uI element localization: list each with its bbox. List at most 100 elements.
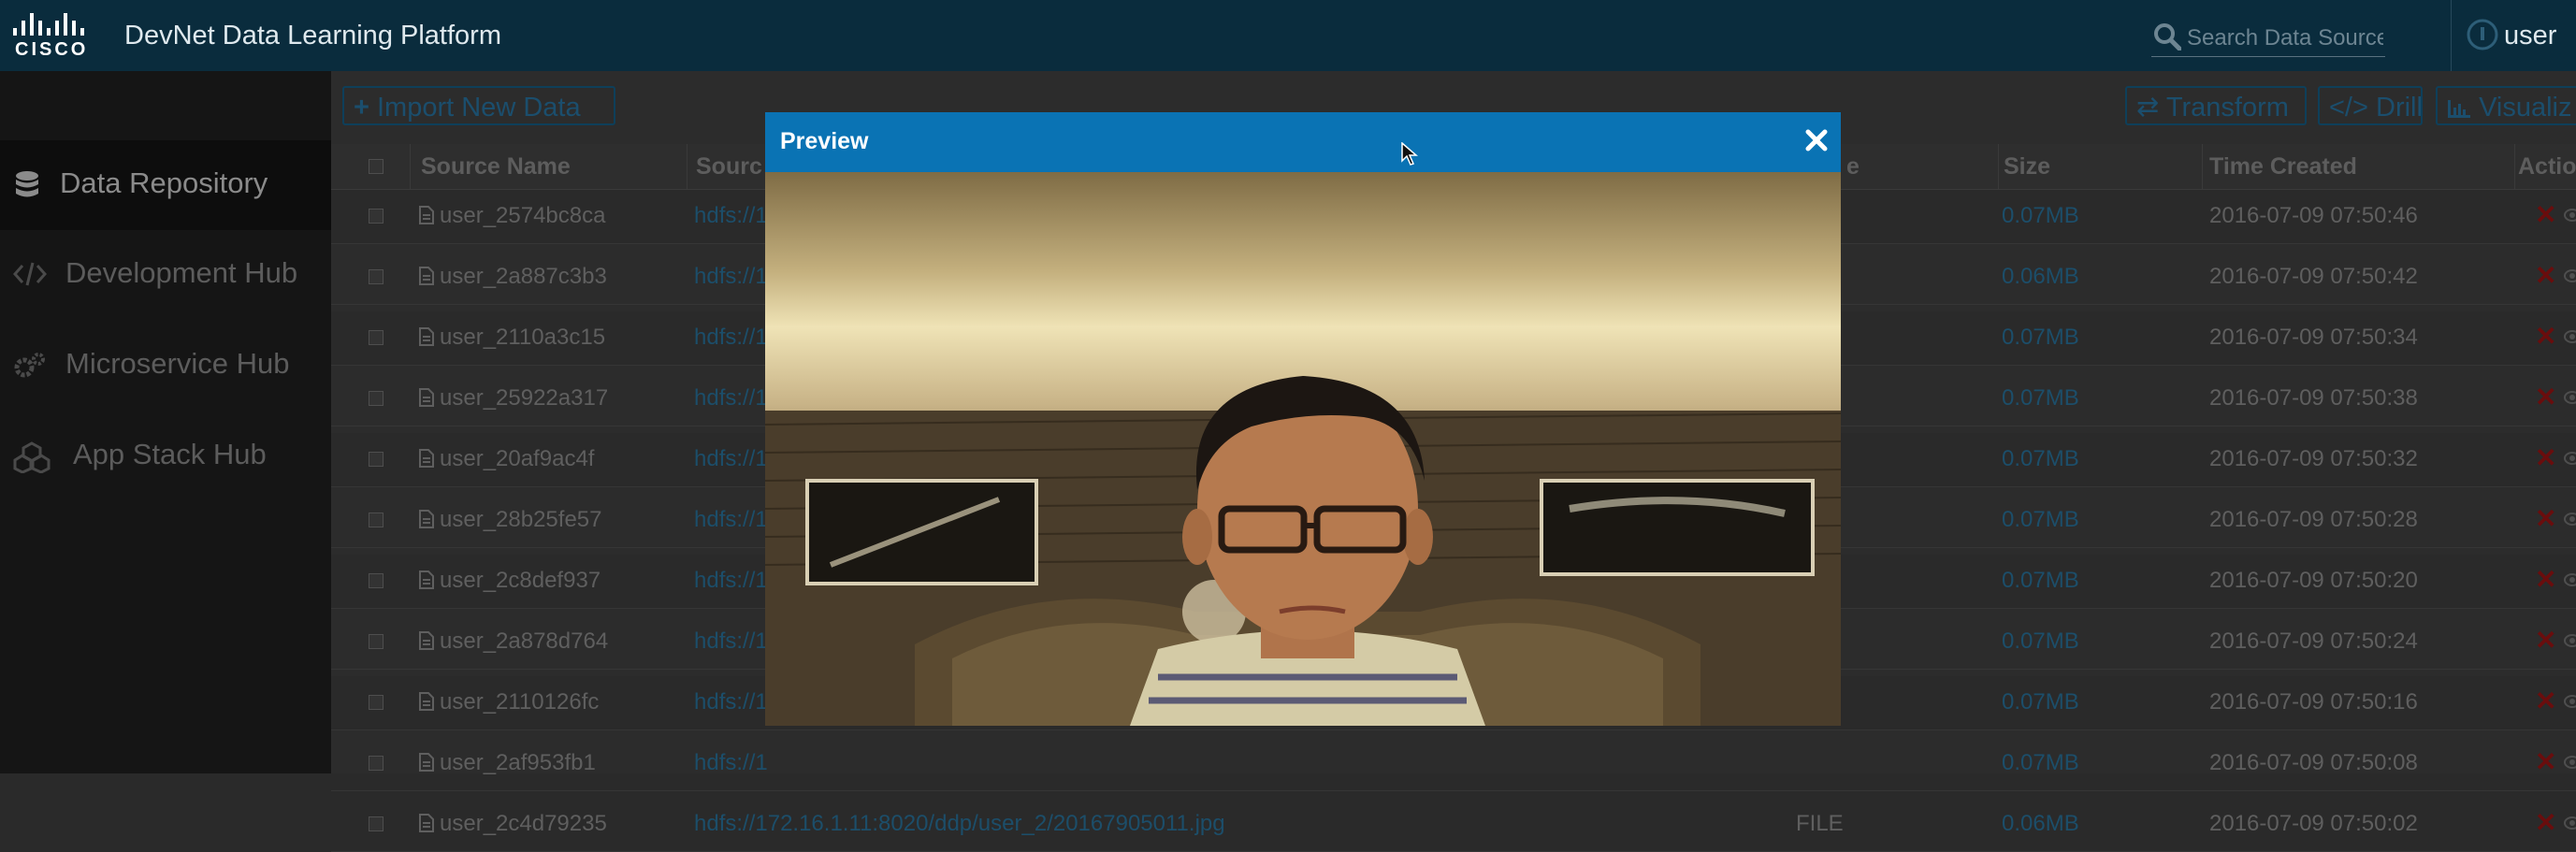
view-icon[interactable]	[2563, 754, 2576, 771]
row-source-name: user_28b25fe57	[440, 507, 602, 532]
import-new-data-button[interactable]: + Import New Data	[342, 86, 615, 125]
gears-icon	[14, 353, 45, 378]
view-icon[interactable]	[2563, 571, 2576, 588]
sidebar-item-label: Microservice Hub	[65, 347, 290, 380]
delete-icon[interactable]: ✕	[2535, 564, 2556, 595]
sidebar-item-data-repository[interactable]: Data Repository	[0, 140, 331, 230]
row-checkbox[interactable]	[369, 695, 384, 710]
view-icon[interactable]	[2563, 511, 2576, 527]
app-title[interactable]: DevNet Data Learning Platform	[124, 21, 501, 51]
delete-icon[interactable]: ✕	[2535, 382, 2556, 412]
row-time-created: 2016-07-09 07:50:46	[2209, 203, 2418, 228]
row-checkbox[interactable]	[369, 573, 384, 588]
search-input[interactable]	[2185, 24, 2385, 52]
modal-title: Preview	[780, 128, 869, 154]
row-source-link[interactable]: hdfs://172.16.1.11:8020/ddp/user_2/20167…	[694, 811, 1225, 837]
delete-icon[interactable]: ✕	[2535, 503, 2556, 534]
search-icon[interactable]	[2153, 22, 2181, 51]
user-menu[interactable]: user	[2451, 0, 2576, 71]
row-source-name: user_2c8def937	[440, 568, 601, 593]
row-time-created: 2016-07-09 07:50:24	[2209, 628, 2418, 654]
col-source-name[interactable]: Source Name	[421, 153, 571, 181]
row-checkbox[interactable]	[369, 269, 384, 284]
transform-button[interactable]: ⇄ Transform	[2125, 86, 2307, 125]
sidebar-item-app-stack-hub[interactable]: App Stack Hub	[0, 412, 331, 501]
col-type[interactable]: e	[1846, 153, 1860, 181]
view-icon[interactable]	[2563, 328, 2576, 345]
row-checkbox[interactable]	[369, 330, 384, 345]
sidebar-item-development-hub[interactable]: Development Hub	[0, 230, 331, 320]
transform-label: Transform	[2165, 93, 2289, 123]
drill-button[interactable]: </> Drill	[2318, 86, 2423, 125]
import-label: Import New Data	[377, 93, 581, 123]
row-time-created: 2016-07-09 07:50:34	[2209, 325, 2418, 350]
logo-text: CISCO	[15, 39, 89, 60]
top-navbar: CISCO DevNet Data Learning Platform user	[0, 0, 2576, 71]
view-icon[interactable]	[2563, 693, 2576, 710]
row-source-name: user_25922a317	[440, 385, 609, 411]
row-checkbox[interactable]	[369, 634, 384, 649]
row-source-link[interactable]: hdfs://1	[694, 568, 768, 594]
delete-icon[interactable]: ✕	[2535, 260, 2556, 291]
bar-chart-icon	[2448, 100, 2470, 118]
row-source-link[interactable]: hdfs://1	[694, 689, 768, 715]
row-size: 0.07MB	[2002, 385, 2079, 411]
row-size: 0.07MB	[2002, 203, 2079, 228]
row-source-link[interactable]: hdfs://1	[694, 507, 768, 533]
delete-icon[interactable]: ✕	[2535, 807, 2556, 838]
logo-bars	[13, 7, 97, 36]
row-size: 0.07MB	[2002, 325, 2079, 350]
visualize-button[interactable]: Visualiz	[2436, 86, 2576, 125]
delete-icon[interactable]: ✕	[2535, 199, 2556, 230]
delete-icon[interactable]: ✕	[2535, 625, 2556, 656]
row-checkbox[interactable]	[369, 816, 384, 831]
row-source-link[interactable]: hdfs://1	[694, 385, 768, 412]
row-checkbox[interactable]	[369, 452, 384, 467]
drill-label: Drill	[2376, 93, 2423, 123]
table-row[interactable]: user_2c4d79235 hdfs://172.16.1.11:8020/dd…	[331, 798, 2576, 852]
close-icon[interactable]	[1802, 125, 1831, 155]
file-icon	[419, 267, 434, 285]
sidebar: Data Repository Development Hub Microser…	[0, 71, 331, 773]
col-size[interactable]: Size	[2004, 153, 2050, 181]
row-source-link[interactable]: hdfs://1	[694, 264, 768, 290]
preview-image	[765, 172, 1841, 726]
row-checkbox[interactable]	[369, 513, 384, 527]
row-source-link[interactable]: hdfs://1	[694, 628, 768, 655]
row-time-created: 2016-07-09 07:50:02	[2209, 811, 2418, 836]
view-icon[interactable]	[2563, 389, 2576, 406]
row-source-link[interactable]: hdfs://1	[694, 203, 768, 229]
row-source-name: user_2574bc8ca	[440, 203, 606, 228]
row-source-link[interactable]: hdfs://1	[694, 325, 768, 351]
delete-icon[interactable]: ✕	[2535, 686, 2556, 716]
row-source-name: user_2110a3c15	[440, 325, 606, 350]
col-time-created[interactable]: Time Created	[2209, 153, 2357, 181]
table-row[interactable]: user_2af953fb1 hdfs://1 0.07MB 2016-07-09 0…	[331, 737, 2576, 791]
view-icon[interactable]	[2563, 207, 2576, 224]
row-checkbox[interactable]	[369, 391, 384, 406]
row-checkbox[interactable]	[369, 209, 384, 224]
row-size: 0.06MB	[2002, 264, 2079, 289]
view-icon[interactable]	[2563, 815, 2576, 831]
col-source[interactable]: Sourc	[696, 153, 762, 181]
view-icon[interactable]	[2563, 632, 2576, 649]
photo-preview	[765, 376, 1841, 726]
row-size: 0.07MB	[2002, 689, 2079, 715]
cisco-logo[interactable]: CISCO	[7, 7, 97, 64]
view-icon[interactable]	[2563, 450, 2576, 467]
delete-icon[interactable]: ✕	[2535, 442, 2556, 473]
row-source-link[interactable]: hdfs://1	[694, 446, 768, 472]
row-checkbox[interactable]	[369, 756, 384, 771]
database-icon	[16, 171, 38, 197]
delete-icon[interactable]: ✕	[2535, 746, 2556, 777]
row-size: 0.07MB	[2002, 750, 2079, 775]
row-time-created: 2016-07-09 07:50:08	[2209, 750, 2418, 775]
row-size: 0.06MB	[2002, 811, 2079, 836]
select-all-checkbox[interactable]	[369, 159, 384, 174]
row-source-link[interactable]: hdfs://1	[694, 750, 768, 776]
file-icon	[419, 510, 434, 528]
view-icon[interactable]	[2563, 267, 2576, 284]
delete-icon[interactable]: ✕	[2535, 321, 2556, 352]
row-size: 0.07MB	[2002, 507, 2079, 532]
sidebar-item-microservice-hub[interactable]: Microservice Hub	[0, 321, 331, 411]
